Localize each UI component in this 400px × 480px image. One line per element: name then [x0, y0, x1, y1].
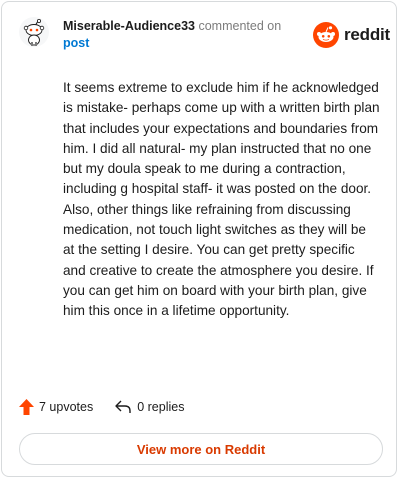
upvote-button[interactable]: 7 upvotes: [19, 399, 93, 415]
username-link[interactable]: Miserable-Audience33: [63, 19, 195, 33]
action-text: commented on: [198, 19, 282, 33]
logo-text: reddit: [344, 25, 391, 44]
view-more-button[interactable]: View more on Reddit: [19, 433, 383, 465]
reddit-logo[interactable]: reddit: [313, 22, 390, 48]
comment-embed-card: Miserable-Audience33 commented on post r…: [1, 1, 397, 477]
reply-arrow-icon: [115, 400, 131, 413]
upvote-arrow-icon: [19, 399, 34, 415]
comment-header: Miserable-Audience33 commented on post: [63, 18, 303, 52]
reply-count: 0 replies: [137, 400, 185, 414]
snoo-avatar-icon[interactable]: [19, 17, 49, 47]
reddit-logo-icon: [313, 22, 339, 48]
upvote-count: 7 upvotes: [39, 400, 94, 414]
comment-body: It seems extreme to exclude him if he ac…: [63, 80, 380, 319]
reply-button[interactable]: 0 replies: [115, 400, 184, 414]
comment-footer: 7 upvotes 0 replies: [19, 399, 184, 415]
post-link[interactable]: post: [63, 35, 303, 52]
